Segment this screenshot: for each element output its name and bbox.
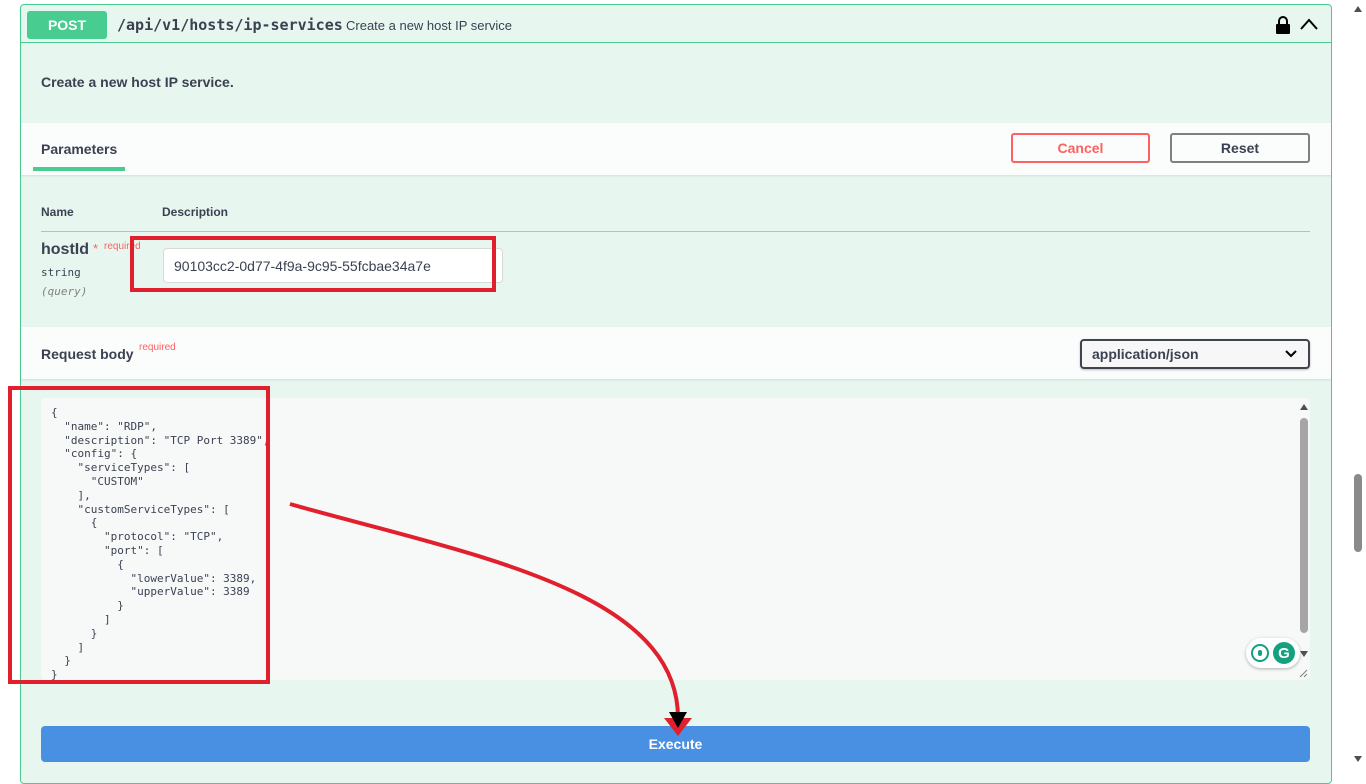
content-type-select[interactable]: application/json	[1080, 339, 1310, 369]
hostid-input[interactable]	[163, 248, 503, 283]
execute-button[interactable]: Execute	[41, 726, 1310, 762]
request-body-header: Request body required application/json	[21, 327, 1331, 379]
required-star: *	[93, 241, 99, 256]
lock-icon[interactable]	[1275, 15, 1291, 35]
editor-scrollbar-thumb[interactable]	[1300, 418, 1308, 633]
request-body-editor[interactable]: { "name": "RDP", "description": "TCP Por…	[41, 398, 1310, 680]
cancel-button[interactable]: Cancel	[1011, 133, 1150, 163]
resize-handle-icon[interactable]	[1298, 668, 1308, 678]
parameters-header: Parameters Cancel Reset	[21, 123, 1331, 175]
request-body-required: required	[139, 342, 176, 353]
operation-description: Create a new host IP service.	[41, 74, 234, 90]
column-divider	[41, 231, 1310, 232]
param-required-label: required	[104, 241, 141, 252]
grammarly-logo-icon[interactable]: G	[1273, 642, 1295, 664]
page-scrollbar[interactable]	[1350, 0, 1366, 768]
page-scrollbar-thumb[interactable]	[1354, 474, 1362, 552]
param-location: (query)	[41, 285, 88, 298]
param-type: string	[41, 266, 81, 279]
content-type-value: application/json	[1092, 346, 1199, 362]
column-header-description: Description	[162, 205, 229, 219]
grammarly-widget[interactable]: G	[1246, 638, 1300, 668]
method-badge: POST	[27, 11, 107, 39]
chevron-down-icon	[1285, 350, 1297, 358]
operation-summary-text: Create a new host IP service	[346, 18, 512, 33]
request-body-label: Request body	[41, 346, 134, 362]
operation-path: /api/v1/hosts/ip-services	[117, 16, 343, 34]
operation-summary[interactable]: POST /api/v1/hosts/ip-services Create a …	[21, 5, 1331, 43]
column-header-name: Name	[41, 205, 74, 219]
param-name: hostId	[41, 241, 89, 258]
tab-parameters[interactable]: Parameters	[41, 141, 117, 157]
page-scroll-down-icon[interactable]	[1354, 756, 1362, 762]
tab-active-indicator	[33, 167, 125, 171]
chevron-up-icon[interactable]	[1299, 15, 1319, 33]
scroll-down-arrow-icon[interactable]	[1300, 650, 1308, 658]
scroll-up-arrow-icon[interactable]	[1300, 403, 1308, 411]
lightbulb-icon[interactable]	[1251, 644, 1269, 662]
reset-button[interactable]: Reset	[1170, 133, 1310, 163]
request-body-code[interactable]: { "name": "RDP", "description": "TCP Por…	[51, 406, 270, 680]
operation-block: POST /api/v1/hosts/ip-services Create a …	[20, 4, 1332, 784]
page-scroll-up-icon[interactable]	[1354, 6, 1362, 12]
